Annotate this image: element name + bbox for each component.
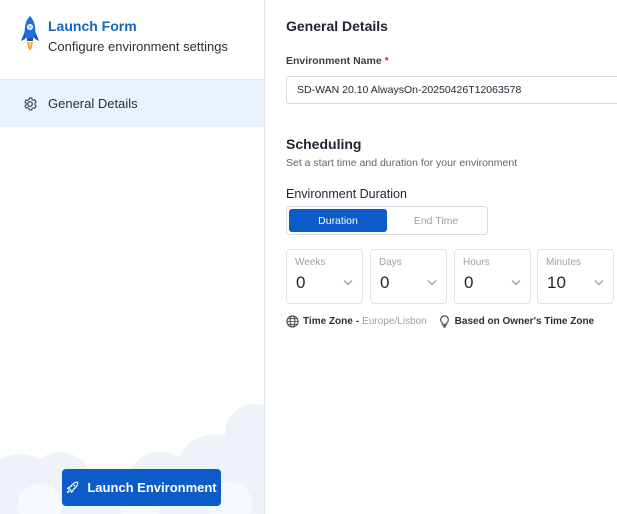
scheduling-description: Set a start time and duration for your e… [286,157,518,169]
timezone-label: Time Zone [303,315,353,327]
sidebar: Launch Form Configure environment settin… [0,0,265,514]
environment-name-label-text: Environment Name [286,55,382,67]
weeks-value: 0 [296,273,306,292]
timezone-value: Europe/Lisbon [362,315,427,327]
lightbulb-icon [439,314,449,328]
chevron-down-icon [594,280,604,286]
rocket-icon [67,481,79,494]
duration-mode-toggle: Duration End Time [286,206,488,235]
weeks-label: Weeks [295,257,326,268]
minutes-value: 10 [547,273,566,292]
minutes-select[interactable]: Minutes 10 [537,249,614,304]
timezone-row: Time Zone - Europe/Lisbon Based on Owner… [286,314,594,328]
owner-timezone-note: Based on Owner's Time Zone [454,315,595,327]
hours-select[interactable]: Hours 0 [454,249,531,304]
globe-icon [286,314,299,328]
chevron-down-icon [343,280,353,286]
weeks-select[interactable]: Weeks 0 [286,249,363,304]
required-asterisk: * [384,55,389,67]
chevron-down-icon [427,280,437,286]
duration-tab[interactable]: Duration [289,209,387,232]
timezone-dash: - [355,315,360,327]
sidebar-item-label: General Details [48,96,138,111]
brand-title: Launch Form [48,18,137,34]
brand-subtitle: Configure environment settings [48,39,228,54]
scheduling-heading: Scheduling [286,136,362,152]
launch-button-label: Launch Environment [87,480,217,495]
chevron-down-icon [511,280,521,286]
brand-header: Launch Form Configure environment settin… [0,0,264,80]
launch-environment-button[interactable]: Launch Environment [62,469,221,506]
gear-icon [24,96,37,111]
general-details-heading: General Details [286,18,388,34]
days-label: Days [379,257,402,268]
hours-value: 0 [464,273,474,292]
days-select[interactable]: Days 0 [370,249,447,304]
environment-duration-label: Environment Duration [286,187,407,201]
environment-name-input[interactable] [286,76,617,104]
rocket-logo-icon [21,16,39,50]
minutes-label: Minutes [546,257,582,268]
days-value: 0 [380,273,390,292]
environment-name-label: Environment Name * [286,55,389,67]
main-panel: General Details Environment Name * Sched… [266,0,617,514]
sidebar-item-general-details[interactable]: General Details [0,80,264,127]
hours-label: Hours [463,257,490,268]
end-time-tab[interactable]: End Time [387,209,485,232]
